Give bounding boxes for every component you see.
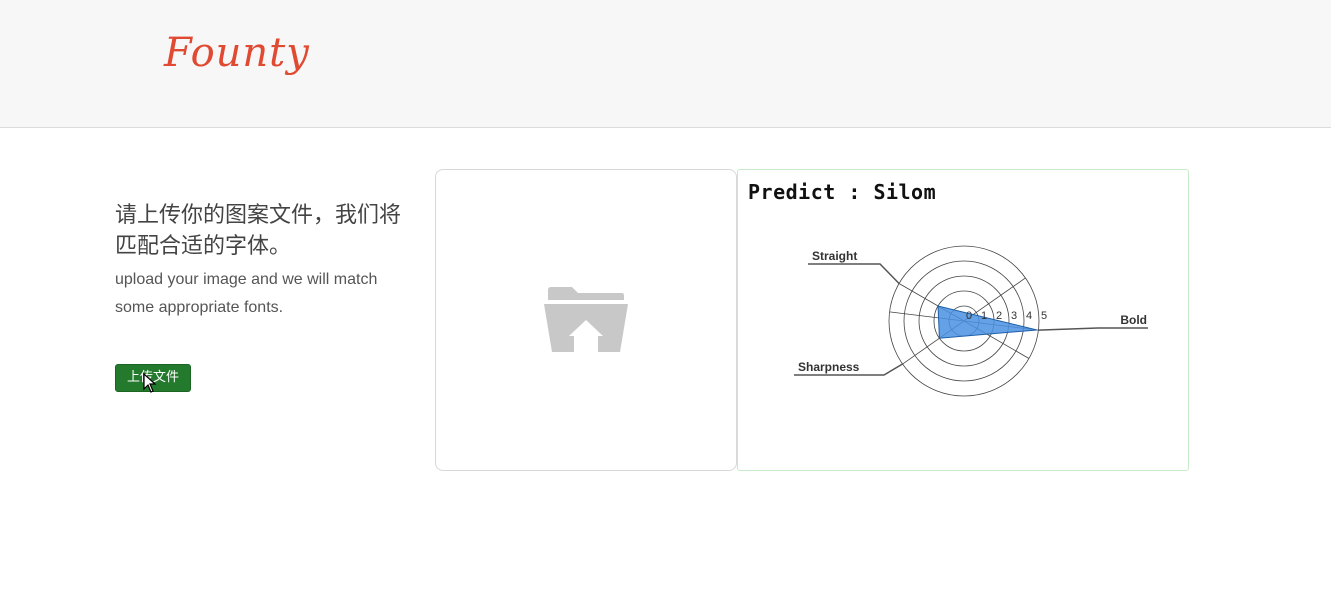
radar-label-leader — [808, 263, 900, 285]
radar-tick-label: 1 — [981, 310, 987, 322]
intro-section: 请上传你的图案文件，我们将匹配合适的字体。 upload your image … — [115, 200, 415, 322]
radar-label-leader — [1038, 327, 1148, 331]
radar-axis-label: Bold — [1120, 313, 1147, 327]
header: Founty — [0, 0, 1331, 128]
radar-chart: 0 1 2 3 4 5 Bold Straight Sharpness — [794, 245, 1148, 397]
radar-tick-label: 0 — [966, 310, 972, 322]
radar-data-area — [937, 305, 1038, 339]
radar-tick-label: 5 — [1041, 310, 1047, 322]
radar-tick-label: 2 — [996, 310, 1002, 322]
prediction-panel: Predict : Silom 0 1 2 3 4 5 Bold Straight Sharpn… — [737, 169, 1189, 471]
radar-tick-label: 3 — [1011, 310, 1017, 322]
logo[interactable]: Founty — [164, 30, 310, 76]
radar-axis-label: Sharpness — [798, 360, 860, 374]
image-drop-zone[interactable] — [435, 169, 737, 471]
radar-tick-label: 4 — [1026, 310, 1032, 322]
intro-text-en: upload your image and we will match some… — [115, 271, 378, 316]
folder-home-icon — [544, 287, 628, 352]
mouse-cursor-icon — [143, 373, 157, 393]
intro-text-cn: 请上传你的图案文件，我们将匹配合适的字体。 — [115, 203, 402, 259]
radar-axis-label: Straight — [812, 249, 857, 263]
